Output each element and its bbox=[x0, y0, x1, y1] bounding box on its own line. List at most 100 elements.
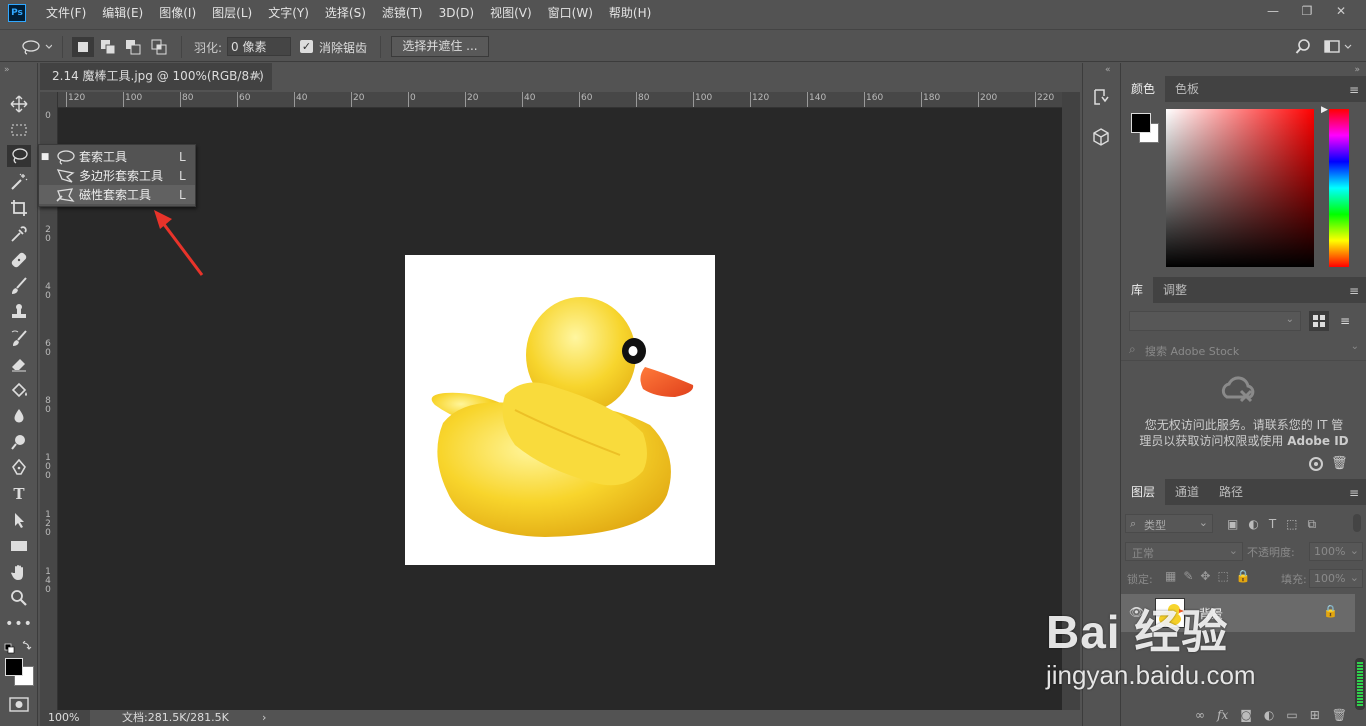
layer-filter-dropdown[interactable]: ⌕ 类型 ⌄ bbox=[1125, 514, 1213, 533]
search-button[interactable] bbox=[1292, 37, 1314, 57]
rectangle-tool[interactable] bbox=[7, 535, 31, 557]
lock-artboard-icon[interactable]: ⬚ bbox=[1217, 569, 1228, 583]
filter-toggle-switch[interactable] bbox=[1353, 514, 1361, 532]
fx-icon[interactable]: fx bbox=[1217, 708, 1228, 722]
subtract-selection-button[interactable] bbox=[122, 37, 144, 57]
clone-stamp-tool[interactable] bbox=[7, 301, 31, 323]
feather-input[interactable] bbox=[227, 37, 291, 56]
blur-tool[interactable] bbox=[7, 405, 31, 427]
canvas-scrollbar[interactable] bbox=[1062, 92, 1080, 710]
marquee-tool[interactable] bbox=[7, 119, 31, 141]
color-field[interactable] bbox=[1166, 109, 1314, 267]
menu-edit[interactable]: 编辑(E) bbox=[94, 0, 151, 26]
blend-mode-dropdown[interactable]: 正常 ⌄ bbox=[1125, 542, 1243, 561]
menu-image[interactable]: 图像(I) bbox=[151, 0, 204, 26]
lock-image-icon[interactable]: ✎ bbox=[1183, 569, 1193, 583]
eyedropper-tool[interactable] bbox=[7, 223, 31, 245]
layer-row-background[interactable]: 👁 背景 🔒 bbox=[1121, 594, 1355, 632]
adobe-id-link[interactable]: Adobe ID bbox=[1287, 434, 1348, 448]
move-tool[interactable] bbox=[7, 93, 31, 115]
delete-layer-icon[interactable]: 🗑 bbox=[1332, 708, 1347, 722]
flyout-item-polygonal-lasso[interactable]: 多边形套索工具 L bbox=[39, 166, 195, 185]
zoom-level-field[interactable]: 100% bbox=[40, 710, 90, 726]
tab-color[interactable]: 颜色 bbox=[1121, 76, 1166, 102]
new-selection-button[interactable] bbox=[72, 37, 94, 57]
tab-swatches[interactable]: 色板 bbox=[1165, 76, 1209, 102]
menu-view[interactable]: 视图(V) bbox=[482, 0, 540, 26]
flyout-item-magnetic-lasso[interactable]: 磁性套索工具 L bbox=[39, 185, 195, 204]
zoom-tool[interactable] bbox=[7, 587, 31, 609]
menu-filter[interactable]: 滤镜(T) bbox=[374, 0, 431, 26]
trash-icon[interactable]: 🗑 bbox=[1331, 456, 1348, 471]
menu-file[interactable]: 文件(F) bbox=[38, 0, 94, 26]
antialias-checkbox[interactable]: ✓ bbox=[300, 40, 313, 53]
document-image-duck[interactable] bbox=[405, 255, 715, 565]
panel-menu-icon[interactable]: ≡ bbox=[1349, 284, 1359, 298]
swap-default-colors[interactable] bbox=[4, 640, 34, 655]
list-view-button[interactable]: ≡ bbox=[1335, 311, 1355, 331]
dodge-tool[interactable] bbox=[7, 431, 31, 453]
foreground-color-swatch[interactable] bbox=[1131, 113, 1151, 133]
type-tool[interactable]: T bbox=[7, 483, 31, 505]
adjustment-filter-icon[interactable]: ◐ bbox=[1248, 517, 1258, 532]
tab-channels[interactable]: 通道 bbox=[1165, 479, 1209, 505]
tool-preset-picker[interactable] bbox=[18, 37, 54, 57]
link-layers-icon[interactable]: ∞ bbox=[1195, 708, 1205, 722]
grid-view-button[interactable] bbox=[1309, 311, 1329, 331]
new-group-icon[interactable]: ▭ bbox=[1286, 708, 1297, 722]
tab-libraries[interactable]: 库 bbox=[1121, 277, 1154, 303]
lasso-tool[interactable] bbox=[7, 145, 31, 167]
collapse-dock-icon[interactable]: » bbox=[1354, 65, 1360, 75]
pen-tool[interactable] bbox=[7, 457, 31, 479]
path-selection-tool[interactable] bbox=[7, 509, 31, 531]
type-filter-icon[interactable]: T bbox=[1269, 517, 1276, 532]
history-brush-tool[interactable] bbox=[7, 327, 31, 349]
minimize-button[interactable]: — bbox=[1256, 0, 1290, 22]
menu-window[interactable]: 窗口(W) bbox=[540, 0, 601, 26]
layer-name[interactable]: 背景 bbox=[1199, 605, 1223, 622]
workspace-switcher[interactable] bbox=[1322, 37, 1356, 57]
horizontal-ruler[interactable]: 120 100 80 60 40 20 0 20 40 60 80 100 120 140 160 180 20… bbox=[58, 92, 1062, 108]
new-layer-icon[interactable]: ⊞ bbox=[1310, 708, 1320, 722]
magic-wand-tool[interactable] bbox=[7, 171, 31, 193]
expand-dock-icon[interactable]: « bbox=[1105, 65, 1111, 75]
menu-3d[interactable]: 3D(D) bbox=[431, 0, 482, 26]
lock-position-icon[interactable]: ✥ bbox=[1200, 569, 1210, 583]
smart-object-filter-icon[interactable]: ⧉ bbox=[1308, 517, 1317, 532]
tab-layers[interactable]: 图层 bbox=[1121, 479, 1166, 505]
menu-layer[interactable]: 图层(L) bbox=[204, 0, 260, 26]
add-mask-icon[interactable]: ◙ bbox=[1240, 708, 1252, 722]
eraser-tool[interactable] bbox=[7, 353, 31, 375]
pixel-filter-icon[interactable]: ▣ bbox=[1227, 517, 1238, 532]
brush-tool[interactable] bbox=[7, 275, 31, 297]
collapse-toolbar-icon[interactable]: » bbox=[4, 65, 10, 75]
lock-transparent-icon[interactable]: ▦ bbox=[1165, 569, 1176, 583]
tab-paths[interactable]: 路径 bbox=[1209, 479, 1253, 505]
menu-select[interactable]: 选择(S) bbox=[317, 0, 374, 26]
creative-cloud-sync-icon[interactable] bbox=[1307, 456, 1325, 472]
foreground-color-swatch[interactable] bbox=[5, 658, 23, 676]
quick-mask-button[interactable] bbox=[9, 697, 29, 712]
intersect-selection-button[interactable] bbox=[148, 37, 170, 57]
adjustment-layer-icon[interactable]: ◐ bbox=[1264, 708, 1274, 722]
library-search[interactable]: ⌕ 搜索 Adobe Stock ⌄ bbox=[1121, 339, 1366, 361]
hand-tool[interactable] bbox=[7, 561, 31, 583]
paint-bucket-tool[interactable] bbox=[7, 379, 31, 401]
history-panel-button[interactable] bbox=[1091, 87, 1111, 107]
hue-slider-thumb-icon[interactable]: ▶ bbox=[1321, 105, 1328, 115]
panel-menu-icon[interactable]: ≡ bbox=[1349, 83, 1359, 97]
fill-field[interactable]: 100% ⌄ bbox=[1309, 569, 1363, 588]
close-tab-icon[interactable]: × bbox=[252, 63, 262, 90]
healing-brush-tool[interactable] bbox=[7, 249, 31, 271]
3d-panel-button[interactable] bbox=[1091, 127, 1111, 147]
edit-toolbar-button[interactable]: ••• bbox=[5, 613, 32, 635]
lock-all-icon[interactable]: 🔒 bbox=[1236, 569, 1251, 583]
restore-button[interactable]: ❐ bbox=[1290, 0, 1324, 22]
document-tab[interactable]: 2.14 魔棒工具.jpg @ 100%(RGB/8#) × bbox=[40, 63, 272, 90]
add-selection-button[interactable] bbox=[97, 37, 119, 57]
close-button[interactable]: ✕ bbox=[1324, 0, 1358, 22]
menu-help[interactable]: 帮助(H) bbox=[601, 0, 659, 26]
hue-slider[interactable] bbox=[1329, 109, 1349, 267]
menu-type[interactable]: 文字(Y) bbox=[260, 0, 317, 26]
tab-adjustments[interactable]: 调整 bbox=[1153, 277, 1197, 303]
